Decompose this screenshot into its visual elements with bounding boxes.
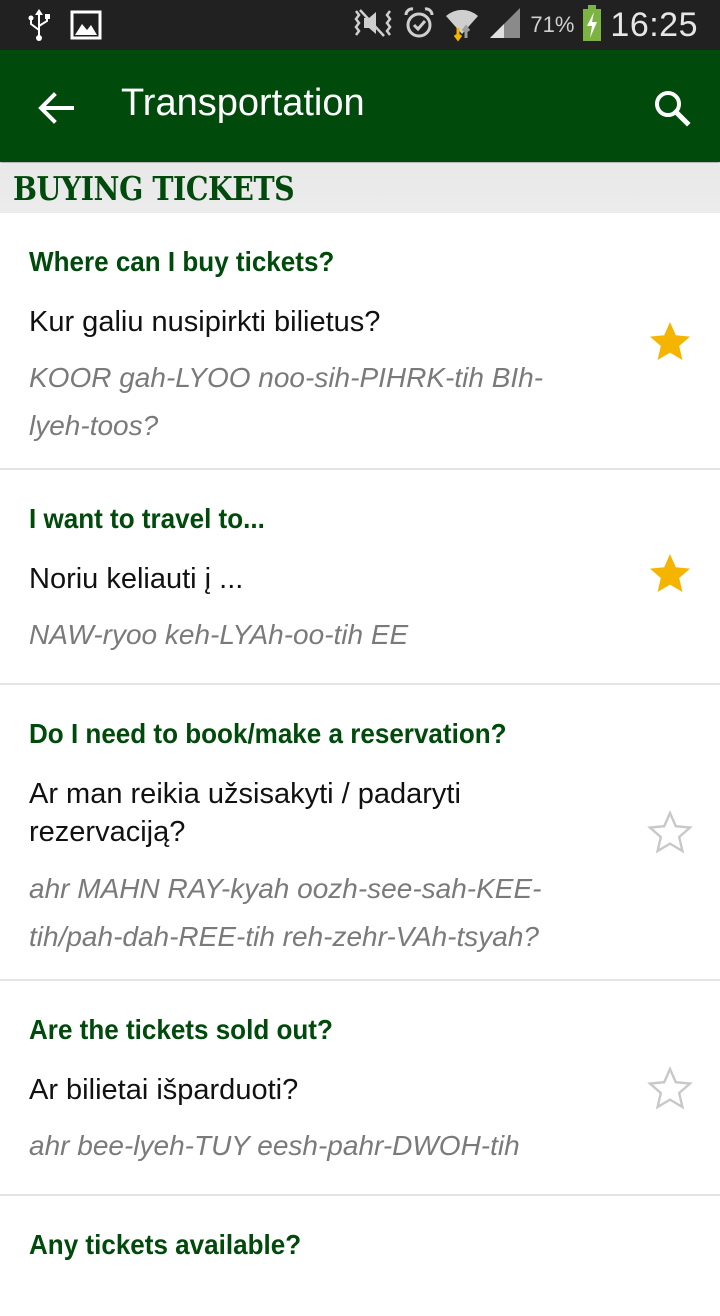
list-item[interactable]: I want to travel to... Noriu keliauti į … (0, 470, 720, 685)
list-item[interactable]: Are the tickets sold out? Ar bilietai iš… (0, 981, 720, 1196)
clock: 16:25 (610, 5, 698, 44)
battery-charging-icon (582, 4, 602, 46)
list-item[interactable]: Any tickets available? (0, 1196, 720, 1316)
app-bar: Transportation (0, 50, 720, 162)
search-button[interactable] (650, 86, 694, 130)
section-title: BUYING TICKETS (13, 169, 295, 208)
star-filled-icon (646, 554, 694, 602)
list-item[interactable]: Where can I buy tickets? Kur galiu nusip… (0, 213, 720, 470)
phrase-list: Where can I buy tickets? Kur galiu nusip… (0, 213, 720, 1316)
pronunciation: ahr MAHN RAY-kyah oozh-see-sah-KEE-tih/p… (29, 873, 542, 952)
wifi-icon (444, 4, 480, 47)
english-phrase: Are the tickets sold out? (29, 1014, 333, 1045)
lithuanian-phrase: Noriu keliauti į ... (29, 563, 244, 595)
star-outline-icon (646, 810, 694, 861)
favorite-toggle[interactable] (646, 550, 694, 598)
lithuanian-phrase: Ar man reikia užsisakyti / padaryti reze… (29, 778, 461, 848)
pronunciation: ahr bee-lyeh-TUY eesh-pahr-DWOH-tih (29, 1130, 520, 1161)
star-filled-icon (646, 322, 694, 370)
status-bar: 71% 16:25 (0, 0, 720, 50)
english-phrase: Any tickets available? (29, 1229, 302, 1260)
favorite-toggle[interactable] (646, 318, 694, 366)
back-button[interactable] (34, 86, 78, 130)
mute-vibrate-icon (352, 8, 394, 43)
favorite-toggle[interactable] (646, 1065, 694, 1113)
page-title: Transportation (121, 82, 365, 124)
section-header: BUYING TICKETS (0, 163, 720, 213)
signal-icon (488, 6, 522, 45)
image-icon (70, 10, 102, 45)
english-phrase: Where can I buy tickets? (29, 246, 335, 277)
lithuanian-phrase: Kur galiu nusipirkti bilietus? (29, 306, 381, 338)
arrow-left-icon (34, 92, 78, 134)
english-phrase: I want to travel to... (29, 503, 265, 534)
usb-icon (26, 8, 52, 47)
pronunciation: KOOR gah-LYOO noo-sih-PIHRK-tih BIh-lyeh… (29, 362, 544, 441)
battery-percent: 71% (530, 12, 575, 37)
lithuanian-phrase: Ar bilietai išparduoti? (29, 1074, 299, 1106)
favorite-toggle[interactable] (646, 809, 694, 857)
star-outline-icon (646, 1066, 694, 1117)
list-item[interactable]: Do I need to book/make a reservation? Ar… (0, 685, 720, 981)
english-phrase: Do I need to book/make a reservation? (29, 718, 507, 749)
search-icon (650, 91, 694, 134)
pronunciation: NAW-ryoo keh-LYAh-oo-tih EE (29, 619, 409, 650)
alarm-icon (402, 6, 436, 45)
